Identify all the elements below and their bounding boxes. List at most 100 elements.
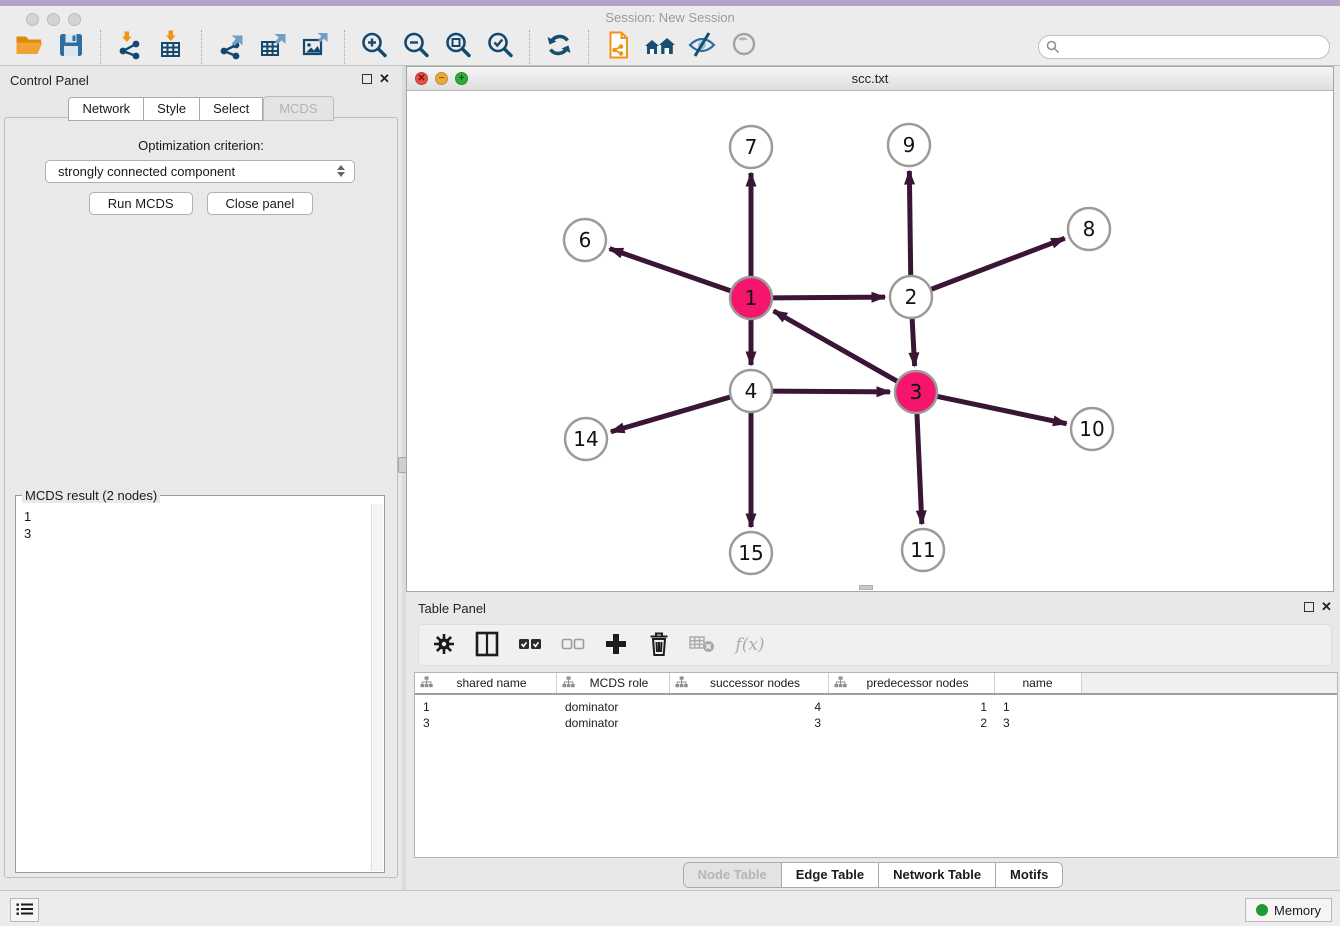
save-session-button[interactable] <box>56 32 86 62</box>
search-icon <box>1046 40 1060 57</box>
memory-button[interactable]: Memory <box>1245 898 1332 922</box>
node-table: shared name MCDS role successor nodes pr… <box>414 672 1338 858</box>
control-panel: Control Panel ✕ Network Style Select MCD… <box>0 66 402 890</box>
tab-select[interactable]: Select <box>199 97 263 121</box>
graph-edge-3-11[interactable] <box>917 412 922 524</box>
mcds-result-box: MCDS result (2 nodes) 1 3 <box>15 495 385 873</box>
table-panel-header: Table Panel ✕ <box>406 594 1340 622</box>
mcds-result-line: 3 <box>24 525 371 542</box>
home-layout-button[interactable] <box>645 32 675 62</box>
create-column-button[interactable] <box>601 631 631 659</box>
tab-network-table[interactable]: Network Table <box>879 863 996 887</box>
graph-node-label-4: 4 <box>745 379 758 403</box>
graph-edge-2-8[interactable] <box>930 238 1065 290</box>
graph-edge-1-6[interactable] <box>610 249 733 292</box>
close-panel-button[interactable]: Close panel <box>207 192 314 215</box>
graph-node-label-3: 3 <box>910 380 923 404</box>
export-table-button[interactable] <box>258 32 288 62</box>
control-panel-header: Control Panel ✕ <box>0 66 402 94</box>
graph-edge-2-3[interactable] <box>912 317 915 366</box>
column-header-shared-name[interactable]: shared name <box>415 673 557 693</box>
close-panel-icon[interactable]: ✕ <box>379 71 390 87</box>
cell-name: 3 <box>995 715 1082 731</box>
header-filler <box>1082 673 1337 693</box>
tab-motifs[interactable]: Motifs <box>996 863 1062 887</box>
table-panel: Table Panel ✕ f(x) <box>406 594 1340 890</box>
toolbar-separator <box>588 30 589 64</box>
column-header-name[interactable]: name <box>995 673 1082 693</box>
fx-icon: f(x) <box>735 635 764 655</box>
clone-network-button[interactable] <box>603 32 633 62</box>
tab-edge-table[interactable]: Edge Table <box>782 863 879 887</box>
mcds-result-list[interactable]: 1 3 <box>17 504 371 871</box>
graph-node-label-11: 11 <box>910 538 935 562</box>
run-mcds-button[interactable]: Run MCDS <box>89 192 193 215</box>
table-float-icon[interactable] <box>1304 602 1314 612</box>
graph-edge-1-2[interactable] <box>771 297 885 298</box>
import-network-icon <box>115 30 145 63</box>
result-scrollbar[interactable] <box>371 504 383 871</box>
apply-layout-button[interactable] <box>544 32 574 62</box>
open-session-button[interactable] <box>14 32 44 62</box>
tab-mcds[interactable]: MCDS <box>263 96 333 121</box>
function-builder-button[interactable]: f(x) <box>730 631 770 659</box>
show-hide-button[interactable] <box>729 32 759 62</box>
table-close-icon[interactable]: ✕ <box>1321 599 1332 615</box>
column-header-predecessor-nodes[interactable]: predecessor nodes <box>829 673 995 693</box>
columns-icon <box>475 631 499 660</box>
export-network-button[interactable] <box>216 32 246 62</box>
cell-successor-nodes: 3 <box>670 715 829 731</box>
table-settings-button[interactable] <box>429 631 459 659</box>
main-toolbar <box>0 28 1340 66</box>
select-all-button[interactable] <box>515 631 545 659</box>
task-history-button[interactable] <box>10 898 39 922</box>
table-row[interactable]: 3 dominator 3 2 3 <box>415 715 1337 731</box>
graph-node-label-2: 2 <box>905 285 918 309</box>
import-table-icon <box>157 30 187 63</box>
canvas-grip[interactable] <box>859 585 873 590</box>
import-table-button[interactable] <box>157 32 187 62</box>
graph-edge-3-1[interactable] <box>774 311 899 382</box>
export-image-button[interactable] <box>300 32 330 62</box>
table-row[interactable]: 1 dominator 4 1 1 <box>415 699 1337 715</box>
delete-column-button[interactable] <box>644 631 674 659</box>
zoom-selected-button[interactable] <box>485 32 515 62</box>
column-header-mcds-role[interactable]: MCDS role <box>557 673 670 693</box>
criterion-select[interactable]: strongly connected component <box>45 160 355 183</box>
graph-edge-2-9[interactable] <box>909 171 910 277</box>
graph-node-label-7: 7 <box>745 135 758 159</box>
import-network-button[interactable] <box>115 32 145 62</box>
mcds-result-legend: MCDS result (2 nodes) <box>22 488 160 503</box>
cell-shared-name: 3 <box>415 715 557 731</box>
tree-icon <box>834 676 847 691</box>
export-table-icon <box>258 30 288 63</box>
network-canvas[interactable]: 1234678910111415 <box>407 91 1333 591</box>
column-header-successor-nodes[interactable]: successor nodes <box>670 673 829 693</box>
zoom-fit-icon <box>443 30 473 63</box>
float-panel-icon[interactable] <box>362 74 372 84</box>
cell-shared-name: 1 <box>415 699 557 715</box>
network-window-title: scc.txt <box>407 71 1333 86</box>
cell-predecessor-nodes: 2 <box>829 715 995 731</box>
zoom-fit-button[interactable] <box>443 32 473 62</box>
zoom-in-icon <box>359 30 389 63</box>
zoom-selected-icon <box>485 30 515 63</box>
delete-table-button[interactable] <box>687 631 717 659</box>
eye-slash-icon <box>687 30 717 63</box>
deselect-all-button[interactable] <box>558 631 588 659</box>
zoom-out-button[interactable] <box>401 32 431 62</box>
show-columns-button[interactable] <box>472 631 502 659</box>
hide-panel-button[interactable] <box>687 32 717 62</box>
zoom-in-button[interactable] <box>359 32 389 62</box>
tab-style[interactable]: Style <box>143 97 199 121</box>
open-folder-icon <box>14 30 44 63</box>
graph-edge-4-3[interactable] <box>771 391 890 392</box>
graph-edge-3-10[interactable] <box>936 396 1067 424</box>
list-icon <box>16 902 34 919</box>
cell-successor-nodes: 4 <box>670 699 829 715</box>
toolbar-separator <box>344 30 345 64</box>
tab-node-table[interactable]: Node Table <box>684 863 782 887</box>
tab-network[interactable]: Network <box>68 97 143 121</box>
search-input[interactable] <box>1038 35 1330 59</box>
graph-edge-4-14[interactable] <box>611 397 732 432</box>
